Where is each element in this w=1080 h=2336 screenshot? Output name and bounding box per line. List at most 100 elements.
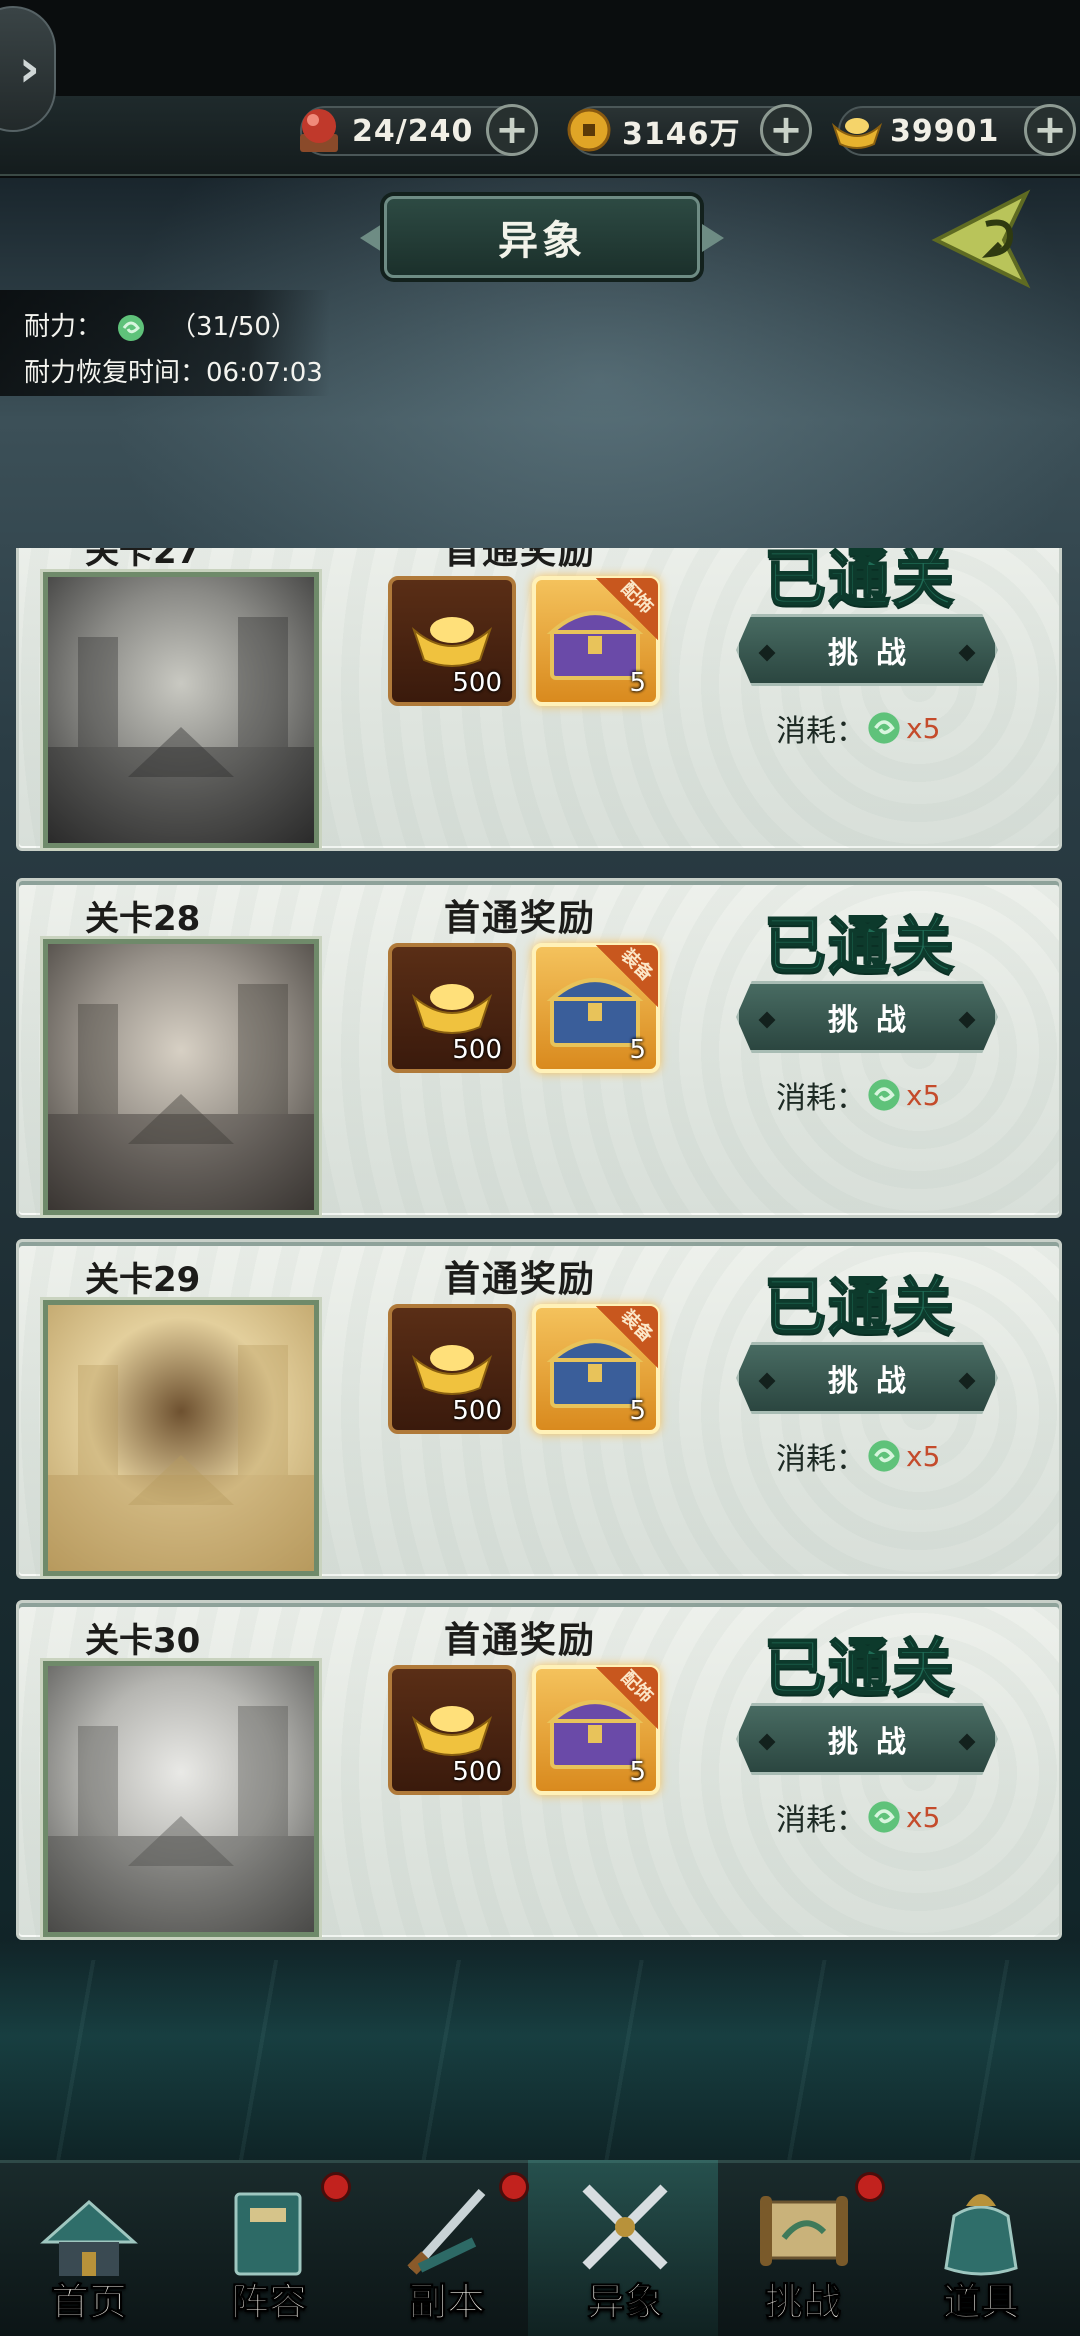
stamina-cost: 消耗： x5	[776, 1073, 940, 1117]
stamina-recover-time: 06:07:03	[206, 358, 323, 388]
stamina-label: 耐力：	[24, 312, 103, 342]
reward-gold-count: 500	[452, 668, 502, 698]
stamina-cost-label: 消耗：	[776, 714, 866, 749]
stage-level-label: 关卡28	[85, 899, 201, 939]
stamina-swirl-icon	[868, 1801, 900, 1833]
stamina-recover-row: 耐力恢复时间：06:07:03	[24, 350, 330, 396]
return-icon[interactable]	[930, 184, 1050, 294]
challenge-button[interactable]: 挑战	[736, 614, 998, 686]
reward-chest-item[interactable]: 装备 5	[532, 943, 660, 1073]
stamina-swirl-icon	[118, 314, 145, 341]
reward-gold-item[interactable]: 500	[388, 576, 516, 706]
notification-badge	[855, 2172, 885, 2202]
side-menu-button[interactable]: ›	[0, 6, 56, 132]
stage-cleared-status: 已通关	[763, 1269, 957, 1344]
challenge-button[interactable]: 挑战	[736, 981, 998, 1053]
nav-item-label: 异象	[586, 2280, 663, 2325]
nav-item-label: 副本	[408, 2280, 485, 2325]
reward-chest-count: 5	[629, 1757, 646, 1787]
add-ingot-button[interactable]: +	[1024, 104, 1076, 156]
stamina-swirl-icon	[868, 1079, 900, 1111]
reward-chest-count: 5	[629, 1035, 646, 1065]
chest-type-label: 装备	[616, 1305, 658, 1347]
stamina-panel: 耐力： （31/50） 耐力恢复时间：06:07:03	[0, 290, 330, 396]
nav-item[interactable]: 首页	[4, 2166, 174, 2332]
challenge-button[interactable]: 挑战	[736, 1342, 998, 1414]
first-clear-reward-title: 首通奖励	[444, 1620, 597, 1661]
stamina-cost-multiplier: x5	[906, 1078, 941, 1112]
stage-image	[40, 569, 322, 851]
reward-gold-count: 500	[452, 1035, 502, 1065]
stamina-cost: 消耗： x5	[776, 1434, 940, 1478]
coin-count: 3146万	[622, 117, 741, 152]
add-coin-button[interactable]: +	[760, 104, 812, 156]
orb-count: 24/240	[352, 113, 474, 149]
stage-image	[40, 1658, 322, 1940]
nav-item[interactable]: 道具	[896, 2166, 1066, 2332]
stage-picture-detail	[48, 1706, 314, 1932]
title-ornament-right	[702, 224, 724, 252]
stamina-value: （31/50）	[170, 312, 297, 342]
stamina-swirl-icon	[868, 1440, 900, 1472]
stamina-cost-multiplier: x5	[906, 1800, 941, 1834]
nav-item-label: 道具	[942, 2280, 1019, 2325]
reward-gold-count: 500	[452, 1396, 502, 1426]
first-clear-reward-title: 首通奖励	[444, 898, 597, 939]
bag-icon	[944, 2194, 1018, 2276]
add-orb-button[interactable]: +	[486, 104, 538, 156]
stamina-swirl-icon	[868, 712, 900, 744]
stage-level-label: 关卡30	[85, 1621, 201, 1661]
stage-image	[40, 1297, 322, 1579]
challenge-button-label: 挑战	[828, 1364, 924, 1399]
chevron-right-icon: ›	[18, 39, 40, 99]
first-clear-reward-title: 首通奖励	[444, 1259, 597, 1300]
stage-level-label: 关卡29	[85, 1260, 201, 1300]
ingot-count: 39901	[890, 113, 1000, 149]
nav-item-label: 阵容	[230, 2280, 307, 2325]
resource-coin: 3146万 +	[567, 104, 812, 156]
stage-image	[40, 936, 322, 1218]
challenge-button-label: 挑战	[828, 636, 924, 671]
reward-chest-item[interactable]: 配饰 5	[532, 576, 660, 706]
reward-chest-item[interactable]: 装备 5	[532, 1304, 660, 1434]
background-stone-floor	[0, 1960, 1080, 2160]
stamina-recover-label: 耐力恢复时间：	[24, 358, 207, 388]
nav-item[interactable]: 异象	[540, 2166, 710, 2332]
scroll-map-icon	[760, 2196, 848, 2266]
challenge-button[interactable]: 挑战	[736, 1703, 998, 1775]
reward-gold-item[interactable]: 500	[388, 943, 516, 1073]
chest-type-label: 配饰	[616, 1666, 658, 1708]
chest-type-tag: 装备	[596, 1306, 658, 1368]
stamina-cost-multiplier: x5	[906, 1439, 941, 1473]
stage-picture-detail	[48, 1345, 314, 1571]
reward-chest-count: 5	[629, 668, 646, 698]
title-ornament-left	[360, 224, 382, 252]
stage-list[interactable]: 关卡27 首通奖励 500 配饰 5 已通关 挑战 消耗： x5 关卡28 首通…	[16, 548, 1062, 1948]
reward-gold-count: 500	[452, 1757, 502, 1787]
reward-chest-item[interactable]: 配饰 5	[532, 1665, 660, 1795]
book-icon	[234, 2192, 302, 2276]
sword-icon	[407, 2188, 486, 2275]
chest-type-tag: 装备	[596, 945, 658, 1007]
notification-badge	[321, 2172, 351, 2202]
reward-gold-item[interactable]: 500	[388, 1665, 516, 1795]
reward-chest-count: 5	[629, 1396, 646, 1426]
stage-card: 关卡29 首通奖励 500 装备 5 已通关 挑战 消耗： x5	[16, 1239, 1062, 1579]
stamina-cost-label: 消耗：	[776, 1442, 866, 1477]
resource-ingot: 39901 +	[831, 104, 1076, 156]
coin-icon	[567, 108, 611, 152]
stage-cleared-status: 已通关	[763, 908, 957, 983]
stamina-cost-multiplier: x5	[906, 711, 941, 745]
stage-picture-detail	[48, 984, 314, 1210]
stage-card: 关卡30 首通奖励 500 配饰 5 已通关 挑战 消耗： x5	[16, 1600, 1062, 1940]
crossed-swords-icon	[582, 2184, 668, 2270]
resource-orb: 24/240 +	[300, 104, 538, 156]
chest-type-tag: 配饰	[596, 578, 658, 640]
stamina-cost-label: 消耗：	[776, 1803, 866, 1838]
reward-gold-item[interactable]: 500	[388, 1304, 516, 1434]
challenge-button-label: 挑战	[828, 1725, 924, 1760]
chest-type-tag: 配饰	[596, 1667, 658, 1729]
stage-picture-detail	[48, 617, 314, 843]
challenge-button-label: 挑战	[828, 1003, 924, 1038]
red-orb-icon	[300, 109, 338, 152]
